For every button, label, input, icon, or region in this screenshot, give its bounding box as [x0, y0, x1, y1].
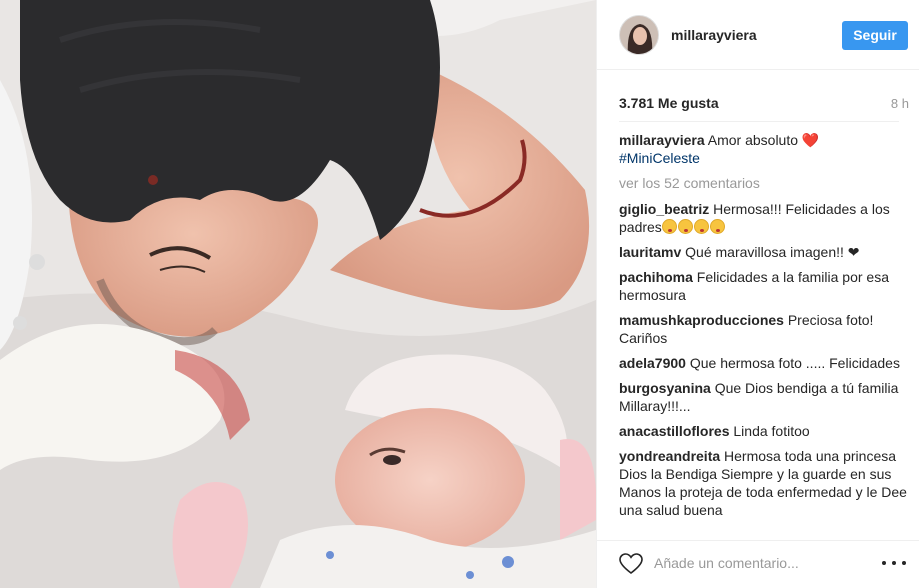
likes-count[interactable]: 3.781 Me gusta [619, 95, 719, 111]
author-username[interactable]: millarayviera [671, 27, 757, 43]
post-photo[interactable] [0, 0, 596, 588]
avatar[interactable] [619, 15, 659, 55]
comment-username[interactable]: mamushkaproducciones [619, 312, 784, 328]
hashtag-link[interactable]: #MiniCeleste [619, 149, 909, 167]
comment-username[interactable]: lauritamv [619, 244, 681, 260]
comment-input[interactable] [654, 552, 874, 574]
photo-illustration [0, 0, 596, 588]
view-all-comments-link[interactable]: ver los 52 comentarios [619, 174, 909, 192]
comment-username[interactable]: giglio_beatriz [619, 201, 709, 217]
comment-bar [597, 540, 919, 588]
list-item: giglio_beatriz Hermosa!!! Felicidades a … [619, 200, 909, 236]
heart-outline-icon[interactable] [619, 553, 643, 575]
comment-username[interactable]: pachihoma [619, 269, 693, 285]
comment-text: Que hermosa foto ..... Felicidades [689, 355, 900, 371]
kiss-emoji-icon [661, 219, 726, 235]
caption: millarayviera Amor absoluto ❤️ #MiniCele… [619, 131, 909, 167]
list-item: lauritamv Qué maravillosa imagen!! ❤ [619, 243, 909, 261]
list-item: pachihoma Felicidades a la familia por e… [619, 268, 909, 304]
comment-username[interactable]: yondreandreita [619, 448, 720, 464]
comment-text: Linda fotitoo [733, 423, 810, 439]
list-item: burgosyanina Que Dios bendiga a tú famil… [619, 379, 909, 415]
divider [619, 121, 899, 122]
more-options-icon[interactable] [882, 561, 910, 567]
avatar-image [620, 16, 658, 54]
comment-username[interactable]: adela7900 [619, 355, 686, 371]
list-item: mamushkaproducciones Preciosa foto! Cari… [619, 311, 909, 347]
post-modal: millarayviera Seguir 3.781 Me gusta 8 h … [0, 0, 919, 588]
post-sidebar: millarayviera Seguir 3.781 Me gusta 8 h … [596, 0, 919, 588]
follow-button[interactable]: Seguir [842, 21, 908, 50]
caption-username[interactable]: millarayviera [619, 132, 705, 148]
post-header: millarayviera Seguir [597, 0, 919, 70]
comment-text: Qué maravillosa imagen!! ❤ [685, 244, 860, 260]
comment-username[interactable]: anacastilloflores [619, 423, 730, 439]
list-item: yondreandreita Hermosa toda una princesa… [619, 447, 909, 519]
likes-row: 3.781 Me gusta 8 h [619, 95, 909, 113]
comments-list[interactable]: millarayviera Amor absoluto ❤️ #MiniCele… [619, 131, 909, 526]
comment-username[interactable]: burgosyanina [619, 380, 711, 396]
post-time[interactable]: 8 h [891, 96, 909, 111]
list-item: anacastilloflores Linda fotitoo [619, 422, 909, 440]
caption-emoji: ❤️ [801, 132, 820, 148]
list-item: adela7900 Que hermosa foto ..... Felicid… [619, 354, 909, 372]
caption-text: Amor absoluto [707, 132, 799, 148]
